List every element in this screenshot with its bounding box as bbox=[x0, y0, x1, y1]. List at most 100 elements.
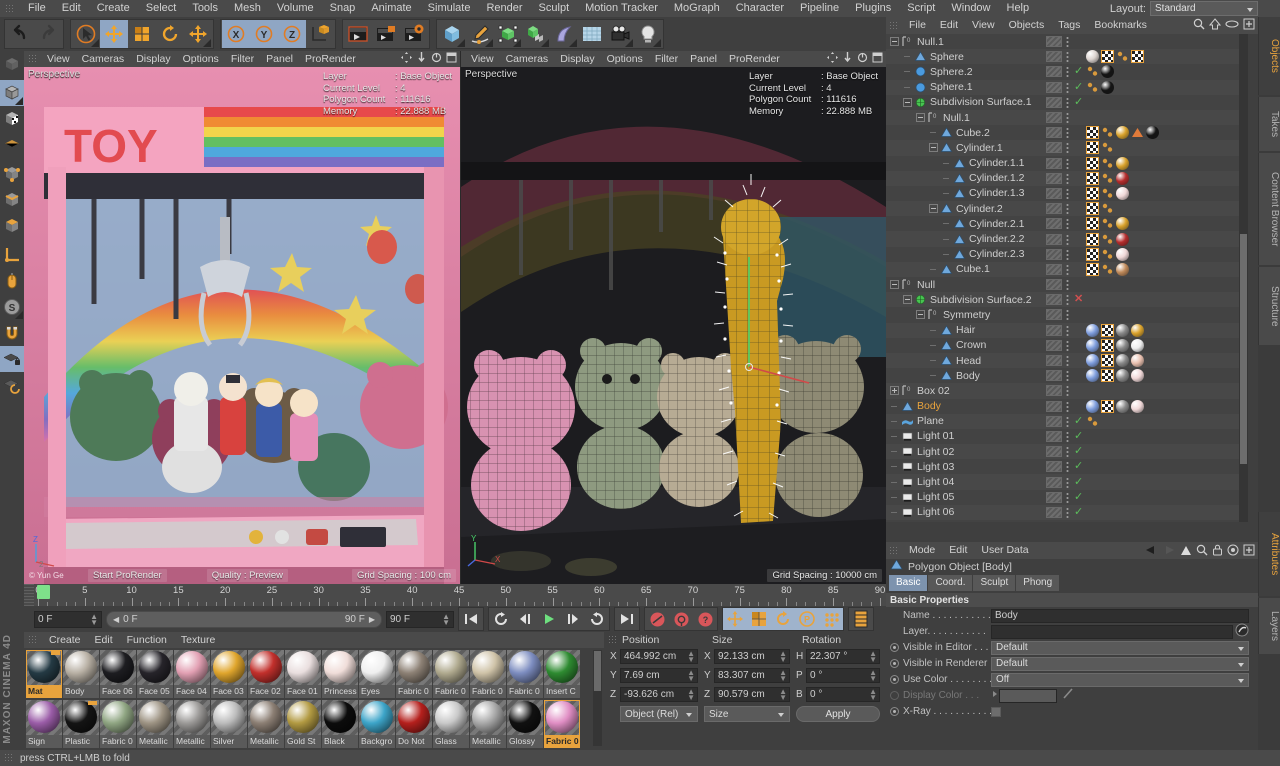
menu-item-file[interactable]: File bbox=[20, 0, 54, 17]
object-visibility-dots[interactable] bbox=[1046, 461, 1062, 472]
menu-item-animate[interactable]: Animate bbox=[363, 0, 419, 17]
material-swatch[interactable]: Glossy bbox=[507, 700, 543, 748]
previous-key-icon[interactable] bbox=[489, 608, 513, 630]
material-swatch[interactable]: Fabric 0 bbox=[507, 650, 543, 698]
viewport-left-menu-filter[interactable]: Filter bbox=[225, 51, 260, 67]
menu-item-edit[interactable]: Edit bbox=[54, 0, 89, 17]
viewport-right-menu-prorender[interactable]: ProRender bbox=[723, 51, 786, 67]
object-layer-dots[interactable] bbox=[1066, 309, 1069, 320]
display-color-swatch[interactable] bbox=[999, 689, 1057, 703]
world-object-axis-icon[interactable] bbox=[306, 20, 334, 48]
object-layer-dots[interactable] bbox=[1066, 158, 1069, 169]
material-swatch[interactable]: Sign bbox=[26, 700, 62, 748]
object-tag-pink[interactable] bbox=[1131, 369, 1144, 382]
undo-icon[interactable] bbox=[6, 20, 34, 48]
object-visibility-dots[interactable] bbox=[1046, 355, 1062, 366]
rotation-p-field[interactable]: 0 °▲▼ bbox=[806, 668, 880, 683]
object-tag-white[interactable] bbox=[1131, 339, 1144, 352]
object-tag-gray[interactable] bbox=[1116, 354, 1129, 367]
object-tag-checker[interactable] bbox=[1086, 263, 1099, 276]
object-tag-checker[interactable] bbox=[1101, 339, 1114, 352]
object-tag-dots[interactable] bbox=[1101, 233, 1114, 246]
attribute-manager-grip-icon[interactable] bbox=[889, 546, 899, 556]
object-layer-dots[interactable] bbox=[1066, 477, 1069, 488]
tab-takes[interactable]: Takes bbox=[1258, 97, 1280, 151]
object-layer-dots[interactable] bbox=[1066, 142, 1069, 153]
object-layer-dots[interactable] bbox=[1066, 127, 1069, 138]
select-cursor-icon[interactable] bbox=[72, 20, 100, 48]
object-layer-dots[interactable] bbox=[1066, 507, 1069, 518]
collapse-icon[interactable] bbox=[890, 37, 899, 46]
object-menu-bookmarks[interactable]: Bookmarks bbox=[1087, 17, 1154, 34]
object-row[interactable]: Sphere.1✓ bbox=[886, 80, 1248, 95]
object-visibility-dots[interactable] bbox=[1046, 66, 1062, 77]
z-axis-icon[interactable]: Z bbox=[278, 20, 306, 48]
frame-range-bar[interactable]: ◀ 0 F 90 F ▶ bbox=[106, 611, 382, 628]
material-swatch[interactable]: Metallic bbox=[137, 700, 173, 748]
tab-layers[interactable]: Layers bbox=[1258, 598, 1280, 654]
timeline-icon[interactable] bbox=[849, 608, 873, 630]
pan-view-icon[interactable] bbox=[827, 52, 838, 66]
axis-move-icon[interactable] bbox=[184, 20, 212, 48]
material-swatch[interactable]: Face 01 bbox=[285, 650, 321, 698]
size-y-field[interactable]: 83.307 cm▲▼ bbox=[714, 668, 790, 683]
menu-item-plugins[interactable]: Plugins bbox=[847, 0, 899, 17]
object-visibility-dots[interactable] bbox=[1046, 97, 1062, 108]
workplane-rotate-icon[interactable] bbox=[0, 372, 24, 398]
object-visibility-dots[interactable] bbox=[1046, 173, 1062, 184]
attribute-tab-basic[interactable]: Basic bbox=[889, 575, 927, 591]
material-swatch[interactable]: Do Not bbox=[396, 700, 432, 748]
rotate-view-icon[interactable] bbox=[431, 52, 442, 66]
object-layer-dots[interactable] bbox=[1066, 66, 1069, 77]
go-to-end-icon[interactable] bbox=[615, 608, 639, 630]
object-menu-view[interactable]: View bbox=[965, 17, 1002, 34]
material-menu-edit[interactable]: Edit bbox=[88, 632, 120, 648]
spinner-icon[interactable]: ▲▼ bbox=[687, 670, 695, 682]
object-tag-checker[interactable] bbox=[1086, 157, 1099, 170]
object-tag-checker[interactable] bbox=[1086, 202, 1099, 215]
object-tag-skin[interactable] bbox=[1131, 354, 1144, 367]
object-visibility-dots[interactable] bbox=[1046, 51, 1062, 62]
rotate-view-icon[interactable] bbox=[857, 52, 868, 66]
cube-primitive-icon[interactable] bbox=[438, 20, 466, 48]
material-swatch[interactable]: Face 04 bbox=[174, 650, 210, 698]
object-visibility-dots[interactable] bbox=[1046, 477, 1062, 488]
viewport-right-menu-display[interactable]: Display bbox=[554, 51, 600, 67]
parameter-key-icon[interactable]: P bbox=[795, 608, 819, 630]
menu-item-motion-tracker[interactable]: Motion Tracker bbox=[577, 0, 666, 17]
object-row[interactable]: Cube.2 bbox=[886, 125, 1248, 140]
spinner-icon[interactable]: ▲▼ bbox=[779, 651, 787, 663]
viewport-left-menu-cameras[interactable]: Cameras bbox=[76, 51, 131, 67]
object-layer-dots[interactable] bbox=[1066, 112, 1069, 123]
object-visibility-dots[interactable] bbox=[1046, 431, 1062, 442]
object-row[interactable]: Subdivision Surface.2✕ bbox=[886, 292, 1248, 307]
attribute-tab-sculpt[interactable]: Sculpt bbox=[973, 575, 1015, 591]
viewport-perspective-right[interactable]: ViewCamerasDisplayOptionsFilterPanelProR… bbox=[461, 51, 886, 584]
menu-item-help[interactable]: Help bbox=[999, 0, 1038, 17]
object-tag-dots[interactable] bbox=[1101, 141, 1114, 154]
object-tag-blue[interactable] bbox=[1086, 324, 1099, 337]
scale-icon[interactable] bbox=[128, 20, 156, 48]
object-tag-red[interactable] bbox=[1116, 233, 1129, 246]
start-prorender-button[interactable]: Start ProRender bbox=[88, 569, 167, 582]
spinner-icon[interactable]: ▲▼ bbox=[869, 689, 877, 701]
menu-item-volume[interactable]: Volume bbox=[269, 0, 322, 17]
object-row[interactable]: Cylinder.2 bbox=[886, 201, 1248, 216]
material-swatch[interactable]: Glass bbox=[433, 700, 469, 748]
attribute-menu-edit[interactable]: Edit bbox=[942, 542, 974, 559]
menu-item-snap[interactable]: Snap bbox=[322, 0, 364, 17]
spinner-icon[interactable]: ▲▼ bbox=[442, 614, 450, 626]
object-layer-dots[interactable] bbox=[1066, 340, 1069, 351]
material-swatch[interactable]: Face 03 bbox=[211, 650, 247, 698]
object-tag-dots[interactable] bbox=[1101, 202, 1114, 215]
play-icon[interactable] bbox=[537, 608, 561, 630]
attribute-radio-icon[interactable] bbox=[890, 707, 899, 716]
status-grip-icon[interactable] bbox=[4, 753, 14, 763]
object-layer-dots[interactable] bbox=[1066, 416, 1069, 427]
object-enabled-check[interactable]: ✓ bbox=[1074, 492, 1083, 503]
material-swatch[interactable]: Metallic bbox=[174, 700, 210, 748]
object-row[interactable]: 0Null.1 bbox=[886, 34, 1248, 49]
object-layer-dots[interactable] bbox=[1066, 461, 1069, 472]
attribute-radio-icon[interactable] bbox=[890, 675, 899, 684]
object-tag-checker[interactable] bbox=[1101, 400, 1114, 413]
